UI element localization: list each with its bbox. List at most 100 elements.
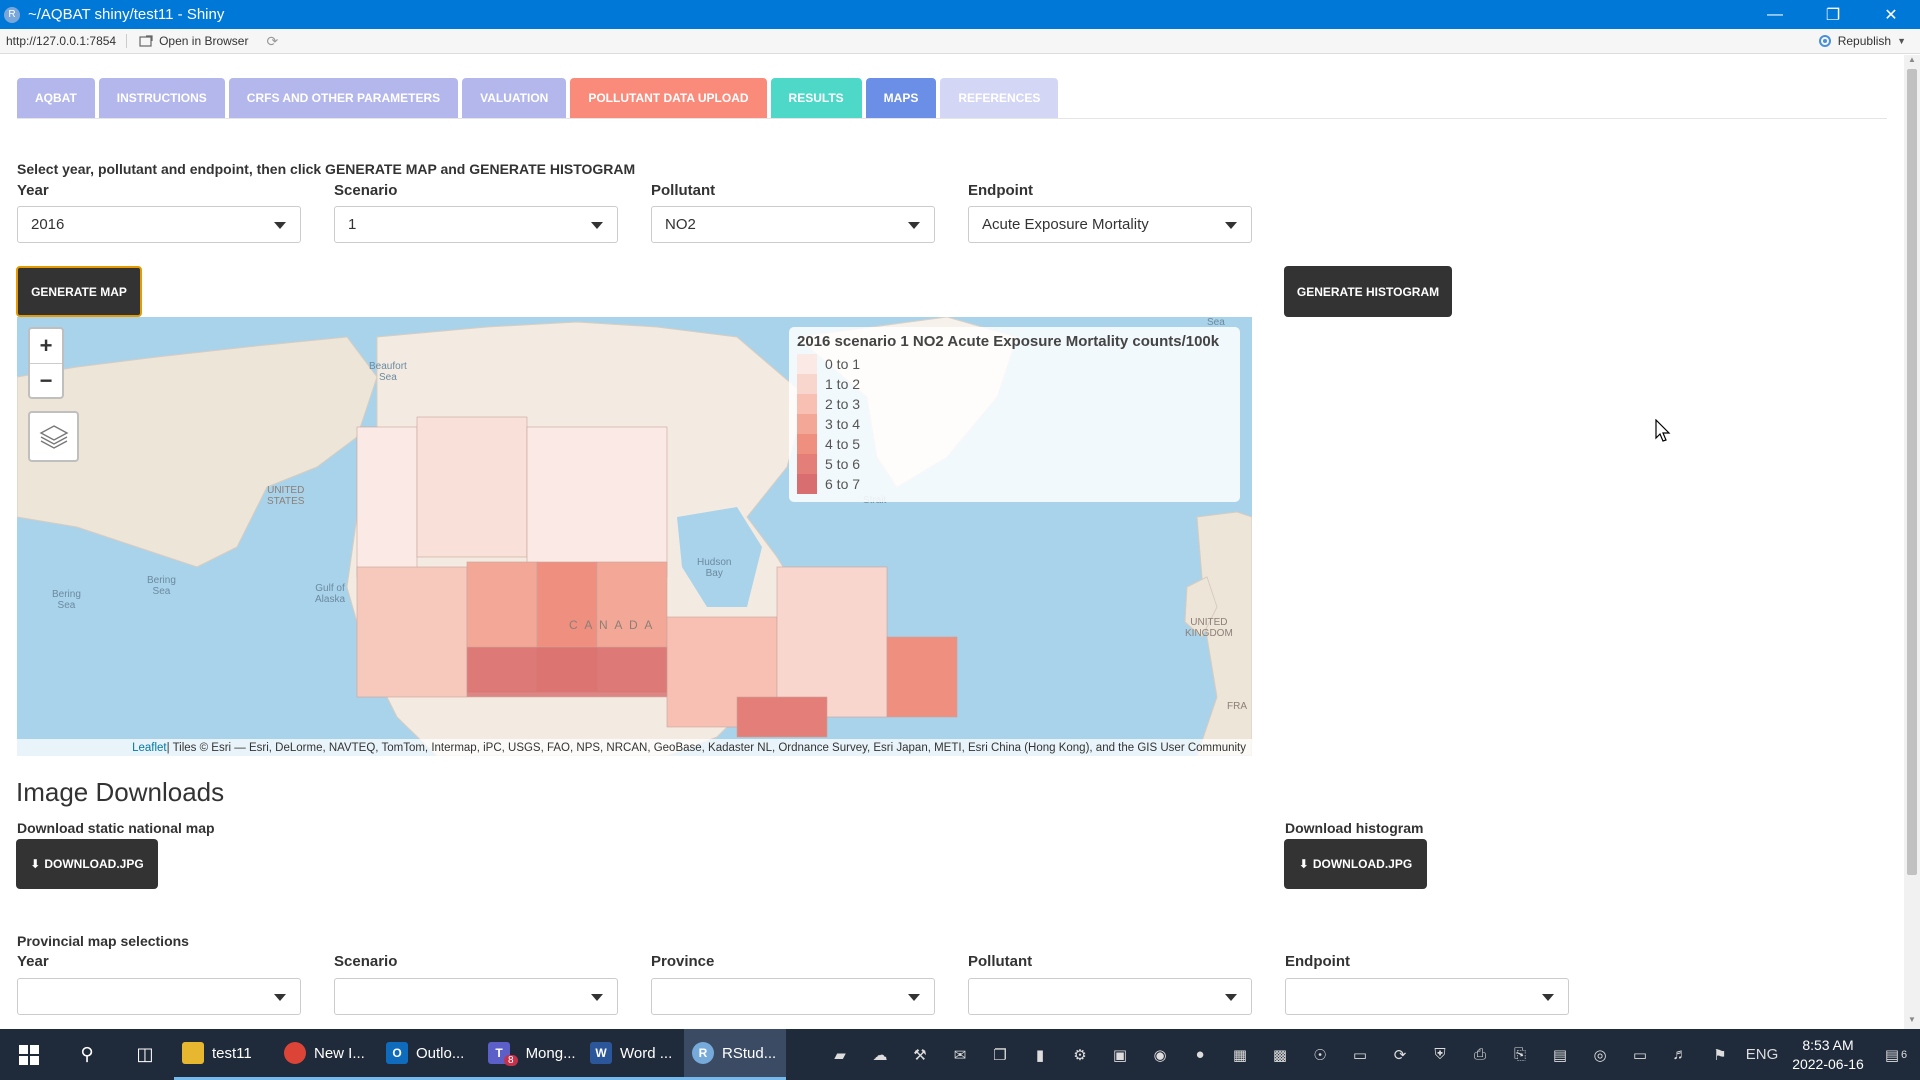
open-in-browser-button[interactable]: Open in Browser (127, 34, 248, 48)
legend-row: 4 to 5 (797, 434, 1232, 454)
network-icon[interactable]: ◎ (1580, 1029, 1620, 1080)
chevron-down-icon (908, 222, 920, 229)
security-icon[interactable]: ⚑ (1700, 1029, 1740, 1080)
legend-label: 3 to 4 (825, 416, 861, 432)
restore-icon[interactable]: ❐ (1804, 0, 1862, 29)
word-icon: W (590, 1042, 612, 1064)
tab-crfs[interactable]: CRFS AND OTHER PARAMETERS (228, 78, 459, 118)
tab-valuation[interactable]: VALUATION (462, 78, 567, 118)
provincial-scenario-select[interactable] (334, 978, 618, 1015)
year-select[interactable]: 2016 (17, 206, 301, 243)
minimize-icon[interactable]: — (1746, 0, 1804, 29)
legend-swatch (797, 394, 817, 414)
scenario-select[interactable]: 1 (334, 206, 618, 243)
circle-tray-icon[interactable]: ● (1180, 1029, 1220, 1080)
usb-icon[interactable]: ▮ (1020, 1029, 1060, 1080)
teams-tray-icon[interactable]: ◉ (1140, 1029, 1180, 1080)
republish-button[interactable]: Republish ▼ (1818, 34, 1906, 48)
legend-swatch (797, 374, 817, 394)
notification-icon: ▤ (1884, 1046, 1900, 1064)
leaflet-map[interactable]: Beaufort Sea UNITED STATES Bering Sea Be… (17, 317, 1252, 756)
refresh-icon[interactable]: ⟳ (266, 33, 278, 50)
zoom-in-button[interactable]: + (30, 329, 62, 363)
pollutant-select-value: NO2 (665, 216, 696, 233)
zoom-out-button[interactable]: − (30, 363, 62, 397)
tab-aqbat[interactable]: AQBAT (17, 78, 95, 118)
download-histogram-button[interactable]: ⬇ DOWNLOAD.JPG (1284, 839, 1427, 889)
taskbar-clock[interactable]: 8:53 AM 2022-06-16 (1784, 1036, 1872, 1074)
map-label-us: UNITED STATES (267, 485, 305, 507)
start-button[interactable] (0, 1029, 58, 1080)
taskbar-app-explorer[interactable]: test11 (174, 1029, 276, 1080)
language-indicator[interactable]: ENG (1740, 1029, 1784, 1080)
search-icon[interactable]: ⚲ (58, 1029, 116, 1080)
monitor-icon[interactable]: ▭ (1340, 1029, 1380, 1080)
taskbar-app-rstudio[interactable]: R RStud... (684, 1029, 786, 1080)
display-icon[interactable]: ▤ (1540, 1029, 1580, 1080)
tab-references[interactable]: REFERENCES (940, 78, 1059, 118)
mail-icon[interactable]: ✉ (940, 1029, 980, 1080)
year-select-value: 2016 (31, 216, 65, 233)
taskbar-app-teams[interactable]: T 8 Mong... (480, 1029, 582, 1080)
windows-logo-icon (19, 1044, 39, 1065)
provincial-endpoint-select[interactable] (1285, 978, 1569, 1015)
generate-map-button[interactable]: GENERATE MAP (16, 266, 142, 317)
leaflet-link[interactable]: Leaflet (132, 742, 167, 754)
grid-icon[interactable]: ▩ (1260, 1029, 1300, 1080)
copy-icon[interactable]: ❐ (980, 1029, 1020, 1080)
download-static-map-button[interactable]: ⬇ DOWNLOAD.JPG (16, 839, 158, 889)
onedrive-icon[interactable]: ☁ (860, 1029, 900, 1080)
scroll-down-icon[interactable]: ▼ (1904, 1015, 1920, 1029)
taskbar-app-outlook[interactable]: O Outlo... (378, 1029, 480, 1080)
tab-instructions[interactable]: INSTRUCTIONS (98, 78, 225, 118)
chevron-down-icon (274, 222, 286, 229)
shield-icon[interactable]: ⛨ (1420, 1029, 1460, 1080)
image-icon[interactable]: ▣ (1100, 1029, 1140, 1080)
chevron-down-icon (908, 994, 920, 1001)
tab-maps[interactable]: MAPS (865, 78, 937, 118)
taskbar-app-label: Mong... (525, 1044, 576, 1062)
app-tray-icon[interactable]: ▰ (820, 1029, 860, 1080)
provincial-heading: Provincial map selections (17, 933, 189, 949)
region-atlantic (886, 636, 958, 718)
close-icon[interactable]: ✕ (1862, 0, 1920, 29)
layers-icon (39, 424, 68, 449)
pollutant-select[interactable]: NO2 (651, 206, 935, 243)
printer-icon[interactable]: ⎙ (1460, 1029, 1500, 1080)
taskbar-app-word[interactable]: W Word ... (582, 1029, 684, 1080)
gear-icon[interactable]: ⚙ (1060, 1029, 1100, 1080)
provincial-endpoint-label: Endpoint (1285, 953, 1350, 970)
tab-results[interactable]: RESULTS (770, 78, 862, 118)
scroll-up-icon[interactable]: ▲ (1904, 55, 1920, 69)
volume-icon[interactable]: ♬ (1660, 1029, 1700, 1080)
chevron-down-icon: ▼ (1897, 36, 1906, 46)
chevron-down-icon (591, 994, 603, 1001)
outlook-tray-icon[interactable]: ▦ (1220, 1029, 1260, 1080)
legend-title: 2016 scenario 1 NO2 Acute Exposure Morta… (797, 333, 1220, 350)
mouse-cursor-icon (1655, 419, 1671, 442)
sync-icon[interactable]: ⟳ (1380, 1029, 1420, 1080)
notification-center-icon[interactable]: ▤ 6 (1872, 1029, 1920, 1080)
page-scrollbar[interactable]: ▲ ▼ (1904, 55, 1920, 1029)
provincial-pollutant-select[interactable] (968, 978, 1252, 1015)
window-title: ~/AQBAT shiny/test11 - Shiny (28, 6, 225, 23)
provincial-province-select[interactable] (651, 978, 935, 1015)
endpoint-select[interactable]: Acute Exposure Mortality (968, 206, 1252, 243)
layers-control-button[interactable] (28, 411, 79, 462)
publish-icon (1818, 35, 1831, 47)
battery-icon[interactable]: ▭ (1620, 1029, 1660, 1080)
chevron-down-icon (1225, 994, 1237, 1001)
legend-row: 5 to 6 (797, 454, 1232, 474)
provincial-year-select[interactable] (17, 978, 301, 1015)
tab-pollutant-upload[interactable]: POLLUTANT DATA UPLOAD (570, 78, 767, 118)
bluetooth-icon[interactable]: ⎘ (1500, 1029, 1540, 1080)
globe-icon[interactable]: ☉ (1300, 1029, 1340, 1080)
taskbar-app-chrome[interactable]: New I... (276, 1029, 378, 1080)
notification-count: 6 (1901, 1048, 1908, 1061)
open-browser-icon (139, 35, 153, 47)
scrollbar-thumb[interactable] (1907, 69, 1917, 875)
generate-histogram-button[interactable]: GENERATE HISTOGRAM (1284, 266, 1452, 317)
task-view-icon[interactable]: ◫ (116, 1029, 174, 1080)
download-static-map-label: Download static national map (17, 820, 215, 836)
tools-icon[interactable]: ⚒ (900, 1029, 940, 1080)
